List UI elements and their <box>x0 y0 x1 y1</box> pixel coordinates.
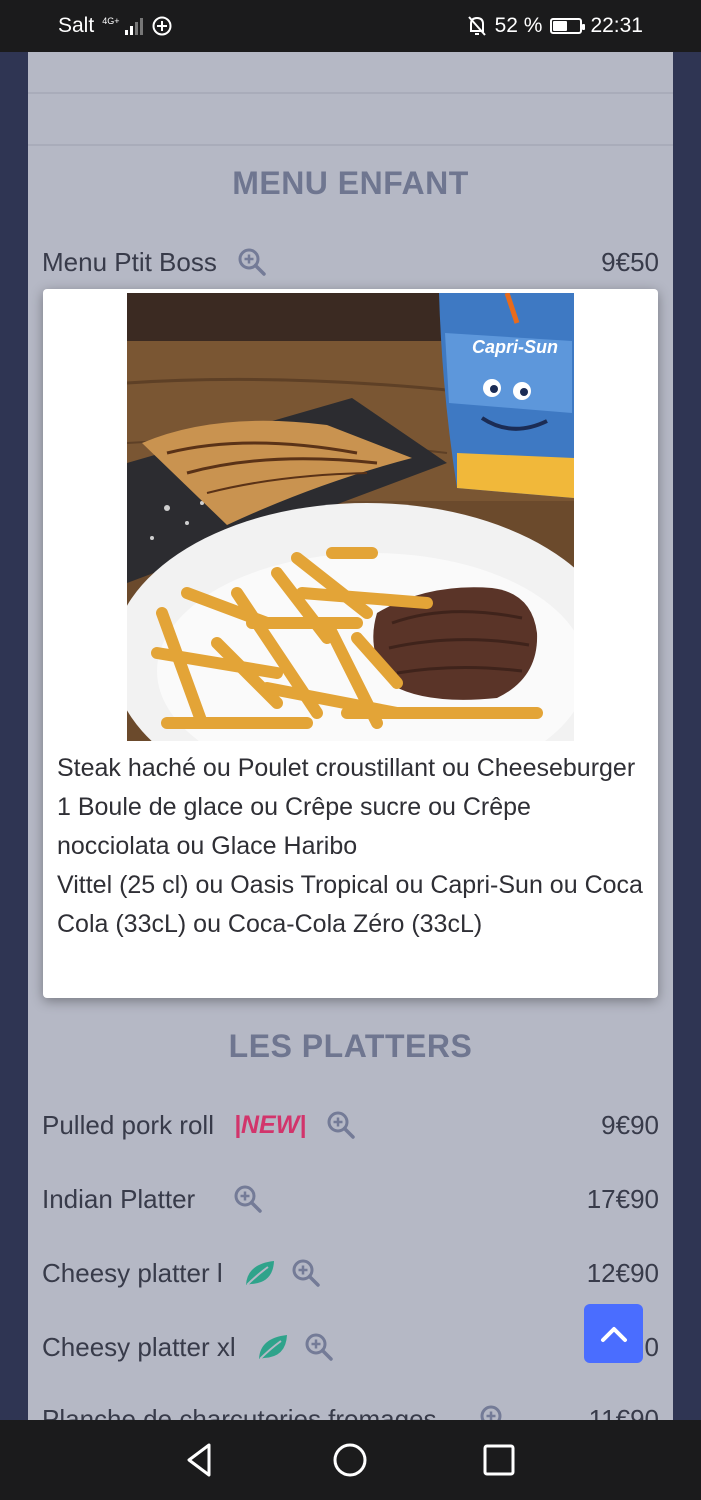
section-title-platters: LES PLATTERS <box>228 1028 473 1064</box>
item-price: 17€90 <box>586 1183 659 1214</box>
scroll-to-top-button[interactable] <box>584 1304 643 1363</box>
menu-item[interactable]: Menu Ptit Boss 9€50 <box>42 242 659 282</box>
battery-icon <box>550 18 586 34</box>
item-name: Planche de charcuteries fromages <box>42 1403 437 1421</box>
zoom-in-icon[interactable] <box>233 1184 263 1214</box>
system-nav-bar <box>0 1420 701 1500</box>
item-price: 12€90 <box>586 1257 659 1288</box>
menu-item[interactable]: Planche de charcuteries fromages 11€90 <box>42 1399 659 1420</box>
item-name: Pulled pork roll <box>42 1109 214 1140</box>
zoom-in-icon[interactable] <box>237 247 267 277</box>
network-type: 4G+ <box>102 15 120 26</box>
description-line: Vittel (25 cl) ou Oasis Tropical ou Capr… <box>57 871 643 938</box>
battery-percent: 52 % <box>494 14 543 37</box>
divider <box>28 144 673 146</box>
data-saver-icon <box>152 16 172 36</box>
new-badge: |NEW| <box>233 1110 307 1139</box>
menu-item[interactable]: Indian Platter 17€90 <box>42 1179 659 1219</box>
leaf-icon <box>245 1261 274 1286</box>
description-line: Steak haché ou Poulet croustillant ou Ch… <box>57 754 636 782</box>
item-name: Cheesy platter xl <box>42 1331 236 1362</box>
zoom-in-icon[interactable] <box>479 1404 509 1420</box>
item-name: Indian Platter <box>42 1183 196 1214</box>
status-bar: Salt 4G+ 52 % 22:31 <box>0 0 701 52</box>
item-name: Menu Ptit Boss <box>42 246 217 277</box>
notifications-off-icon <box>467 16 486 36</box>
item-description: Steak haché ou Poulet croustillant ou Ch… <box>57 749 647 944</box>
zoom-in-icon[interactable] <box>326 1110 356 1140</box>
menu-item[interactable]: Pulled pork roll |NEW| 9€90 <box>42 1105 659 1145</box>
item-price: 9€90 <box>601 1109 659 1140</box>
item-price: 0 <box>644 1331 659 1362</box>
chevron-up-icon <box>600 1326 627 1342</box>
item-price: 9€50 <box>601 246 659 277</box>
item-detail-modal[interactable]: Capri-Sun Steak haché ou Poulet croustil… <box>43 289 658 998</box>
leaf-icon <box>258 1335 287 1360</box>
description-line: 1 Boule de glace ou Crêpe sucre ou Crêpe… <box>57 793 531 860</box>
carrier-label: Salt <box>58 14 95 37</box>
item-name: Cheesy platter l <box>42 1257 223 1288</box>
section-title-menu-enfant: MENU ENFANT <box>232 165 469 201</box>
signal-icon <box>125 17 144 35</box>
zoom-in-icon[interactable] <box>291 1258 321 1288</box>
drink-pouch-text: Capri-Sun <box>472 337 558 357</box>
menu-item[interactable]: Cheesy platter l 12€90 <box>42 1253 659 1293</box>
item-price: 11€90 <box>588 1403 659 1421</box>
back-icon[interactable] <box>180 1440 220 1480</box>
clock: 22:31 <box>590 14 643 37</box>
menu-ptit-boss-photo: Capri-Sun <box>127 293 574 741</box>
zoom-in-icon[interactable] <box>304 1332 334 1362</box>
divider <box>28 92 673 94</box>
recents-icon[interactable] <box>479 1440 519 1480</box>
menu-item[interactable]: Cheesy platter xl 0 <box>42 1327 659 1367</box>
home-icon[interactable] <box>330 1440 370 1480</box>
